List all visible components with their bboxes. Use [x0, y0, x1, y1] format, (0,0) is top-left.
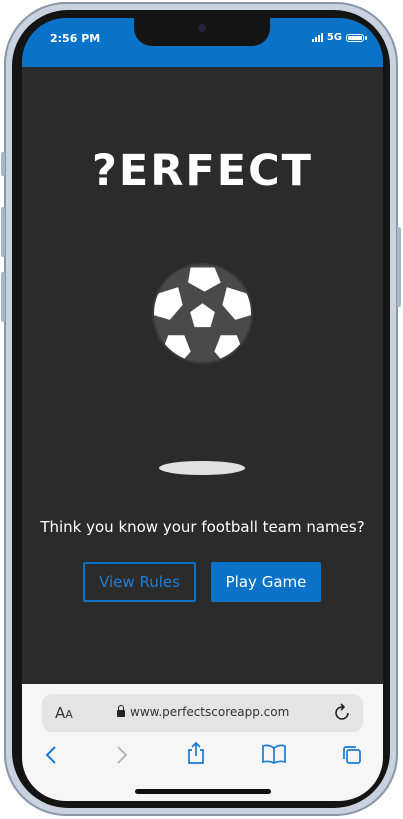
- status-time: 2:56 PM: [50, 32, 101, 45]
- forward-icon[interactable]: [115, 744, 129, 770]
- share-icon[interactable]: [186, 741, 206, 769]
- text-size-label-small: A: [65, 708, 73, 721]
- football-icon: [152, 263, 253, 368]
- text-size-button[interactable]: AA: [55, 704, 73, 722]
- lock-icon: [117, 705, 125, 717]
- browser-toolbar: AA www.perfectscoreapp.com: [22, 684, 383, 801]
- status-indicators: 5G: [311, 32, 367, 43]
- mute-switch: [1, 152, 5, 176]
- volume-up-button: [1, 207, 5, 257]
- tabs-icon[interactable]: [341, 744, 363, 770]
- battery-tip: [365, 35, 367, 40]
- camera-icon: [198, 24, 206, 32]
- network-label: 5G: [326, 32, 342, 43]
- home-indicator[interactable]: [135, 789, 271, 794]
- power-button: [397, 227, 401, 307]
- text-size-label-large: A: [55, 704, 66, 722]
- volume-down-button: [1, 272, 5, 322]
- address-bar[interactable]: AA www.perfectscoreapp.com: [42, 694, 363, 732]
- reload-icon[interactable]: [335, 703, 351, 725]
- back-icon[interactable]: [44, 744, 58, 770]
- ball-shadow: [159, 461, 245, 475]
- screen: 2:56 PM 5G ?ERFECT Think you know your f…: [22, 18, 383, 801]
- signal-icon: [311, 33, 323, 42]
- url-display[interactable]: www.perfectscoreapp.com: [117, 705, 289, 719]
- battery-icon: [346, 33, 364, 42]
- bookmarks-icon[interactable]: [262, 744, 286, 768]
- browser-nav: [22, 741, 383, 774]
- app-logo: ?ERFECT: [91, 146, 314, 196]
- status-bar: 2:56 PM 5G: [22, 18, 383, 67]
- url-text: www.perfectscoreapp.com: [130, 705, 290, 719]
- notch: [134, 18, 270, 46]
- tagline: Think you know your football team names?: [40, 518, 365, 536]
- play-game-button[interactable]: Play Game: [211, 562, 321, 602]
- view-rules-button[interactable]: View Rules: [83, 562, 196, 602]
